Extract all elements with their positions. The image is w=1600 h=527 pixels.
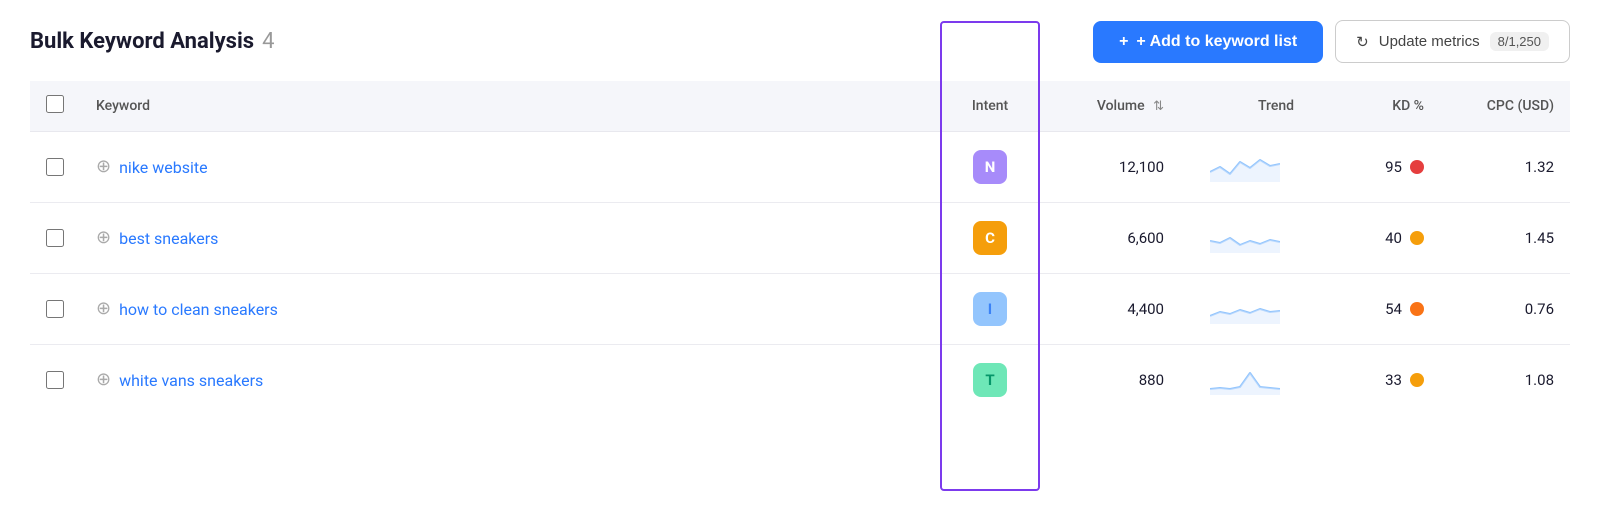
intent-badge-3: T bbox=[973, 363, 1007, 397]
keyword-link-0[interactable]: ⊕ nike website bbox=[96, 158, 914, 177]
keyword-text-0: nike website bbox=[119, 158, 208, 177]
volume-value-1: 6,600 bbox=[1127, 229, 1164, 247]
kd-dot-3 bbox=[1410, 373, 1424, 387]
keyword-text-3: white vans sneakers bbox=[119, 371, 263, 390]
intent-badge-1: C bbox=[973, 221, 1007, 255]
header-actions: + + Add to keyword list ↻ Update metrics… bbox=[1093, 20, 1570, 63]
kd-value-2: 54 bbox=[1385, 300, 1402, 318]
keyword-text-1: best sneakers bbox=[119, 229, 218, 248]
kd-dot-0 bbox=[1410, 160, 1424, 174]
row-checkbox-0[interactable] bbox=[46, 158, 64, 176]
table-row: ⊕ best sneakers C 6,600 40 bbox=[30, 203, 1570, 274]
update-metrics-badge: 8/1,250 bbox=[1490, 32, 1549, 51]
trend-cell-3 bbox=[1180, 345, 1310, 416]
cpc-cell-0: 1.32 bbox=[1440, 132, 1570, 203]
kd-cell-0: 95 bbox=[1310, 132, 1440, 203]
volume-value-2: 4,400 bbox=[1127, 300, 1164, 318]
volume-cell-0: 12,100 bbox=[1050, 132, 1180, 203]
row-checkbox-cell-3[interactable] bbox=[30, 345, 80, 416]
cpc-cell-1: 1.45 bbox=[1440, 203, 1570, 274]
kd-value-1: 40 bbox=[1385, 229, 1402, 247]
keyword-link-3[interactable]: ⊕ white vans sneakers bbox=[96, 371, 914, 390]
select-all-header[interactable] bbox=[30, 81, 80, 132]
cpc-cell-2: 0.76 bbox=[1440, 274, 1570, 345]
table-row: ⊕ nike website N 12,100 95 bbox=[30, 132, 1570, 203]
row-checkbox-cell-0[interactable] bbox=[30, 132, 80, 203]
keyword-count: 4 bbox=[262, 29, 274, 54]
table-header-row: Keyword Intent Volume ⇅ Trend KD % bbox=[30, 81, 1570, 132]
cpc-column-header: CPC (USD) bbox=[1440, 81, 1570, 132]
cpc-value-1: 1.45 bbox=[1525, 229, 1554, 247]
keyword-link-2[interactable]: ⊕ how to clean sneakers bbox=[96, 300, 914, 319]
keyword-cell-1: ⊕ best sneakers bbox=[80, 203, 930, 274]
kd-dot-2 bbox=[1410, 302, 1424, 316]
trend-cell-2 bbox=[1180, 274, 1310, 345]
intent-column-header: Intent bbox=[930, 81, 1050, 132]
cpc-value-0: 1.32 bbox=[1525, 158, 1554, 176]
keyword-cell-2: ⊕ how to clean sneakers bbox=[80, 274, 930, 345]
volume-cell-3: 880 bbox=[1050, 345, 1180, 416]
page-header: Bulk Keyword Analysis 4 + + Add to keywo… bbox=[30, 20, 1570, 63]
update-button-label: Update metrics bbox=[1379, 33, 1480, 50]
table-row: ⊕ white vans sneakers T 880 33 bbox=[30, 345, 1570, 416]
add-row-icon-1[interactable]: ⊕ bbox=[96, 229, 111, 247]
trend-cell-1 bbox=[1180, 203, 1310, 274]
row-checkbox-1[interactable] bbox=[46, 229, 64, 247]
keyword-link-1[interactable]: ⊕ best sneakers bbox=[96, 229, 914, 248]
intent-badge-2: I bbox=[973, 292, 1007, 326]
kd-cell-3: 33 bbox=[1310, 345, 1440, 416]
volume-sort-icon[interactable]: ⇅ bbox=[1153, 99, 1164, 114]
cpc-cell-3: 1.08 bbox=[1440, 345, 1570, 416]
kd-dot-1 bbox=[1410, 231, 1424, 245]
add-button-label: + Add to keyword list bbox=[1136, 33, 1297, 51]
keyword-table-wrapper: Keyword Intent Volume ⇅ Trend KD % bbox=[30, 81, 1570, 415]
kd-column-header: KD % bbox=[1310, 81, 1440, 132]
row-checkbox-cell-2[interactable] bbox=[30, 274, 80, 345]
keyword-text-2: how to clean sneakers bbox=[119, 300, 278, 319]
trend-column-header: Trend bbox=[1180, 81, 1310, 132]
cpc-value-2: 0.76 bbox=[1525, 300, 1554, 318]
keyword-cell-3: ⊕ white vans sneakers bbox=[80, 345, 930, 416]
intent-cell-3: T bbox=[930, 345, 1050, 416]
plus-icon: + bbox=[1119, 33, 1128, 51]
title-text: Bulk Keyword Analysis bbox=[30, 29, 254, 54]
add-row-icon-0[interactable]: ⊕ bbox=[96, 158, 111, 176]
kd-value-3: 33 bbox=[1385, 371, 1402, 389]
add-to-keyword-list-button[interactable]: + + Add to keyword list bbox=[1093, 21, 1323, 63]
volume-cell-2: 4,400 bbox=[1050, 274, 1180, 345]
intent-cell-1: C bbox=[930, 203, 1050, 274]
intent-badge-0: N bbox=[973, 150, 1007, 184]
kd-value-0: 95 bbox=[1385, 158, 1402, 176]
kd-cell-2: 54 bbox=[1310, 274, 1440, 345]
intent-cell-0: N bbox=[930, 132, 1050, 203]
keyword-cell-0: ⊕ nike website bbox=[80, 132, 930, 203]
row-checkbox-3[interactable] bbox=[46, 371, 64, 389]
intent-cell-2: I bbox=[930, 274, 1050, 345]
volume-value-0: 12,100 bbox=[1119, 158, 1164, 176]
add-row-icon-2[interactable]: ⊕ bbox=[96, 300, 111, 318]
row-checkbox-2[interactable] bbox=[46, 300, 64, 318]
keyword-table: Keyword Intent Volume ⇅ Trend KD % bbox=[30, 81, 1570, 415]
volume-value-3: 880 bbox=[1139, 371, 1164, 389]
volume-column-header[interactable]: Volume ⇅ bbox=[1050, 81, 1180, 132]
kd-cell-1: 40 bbox=[1310, 203, 1440, 274]
page-title: Bulk Keyword Analysis 4 bbox=[30, 29, 274, 54]
table-row: ⊕ how to clean sneakers I 4,400 54 bbox=[30, 274, 1570, 345]
keyword-column-header: Keyword bbox=[80, 81, 930, 132]
update-metrics-button[interactable]: ↻ Update metrics 8/1,250 bbox=[1335, 20, 1570, 63]
volume-cell-1: 6,600 bbox=[1050, 203, 1180, 274]
add-row-icon-3[interactable]: ⊕ bbox=[96, 371, 111, 389]
trend-cell-0 bbox=[1180, 132, 1310, 203]
cpc-value-3: 1.08 bbox=[1525, 371, 1554, 389]
refresh-icon: ↻ bbox=[1356, 33, 1369, 51]
row-checkbox-cell-1[interactable] bbox=[30, 203, 80, 274]
select-all-checkbox[interactable] bbox=[46, 95, 64, 113]
